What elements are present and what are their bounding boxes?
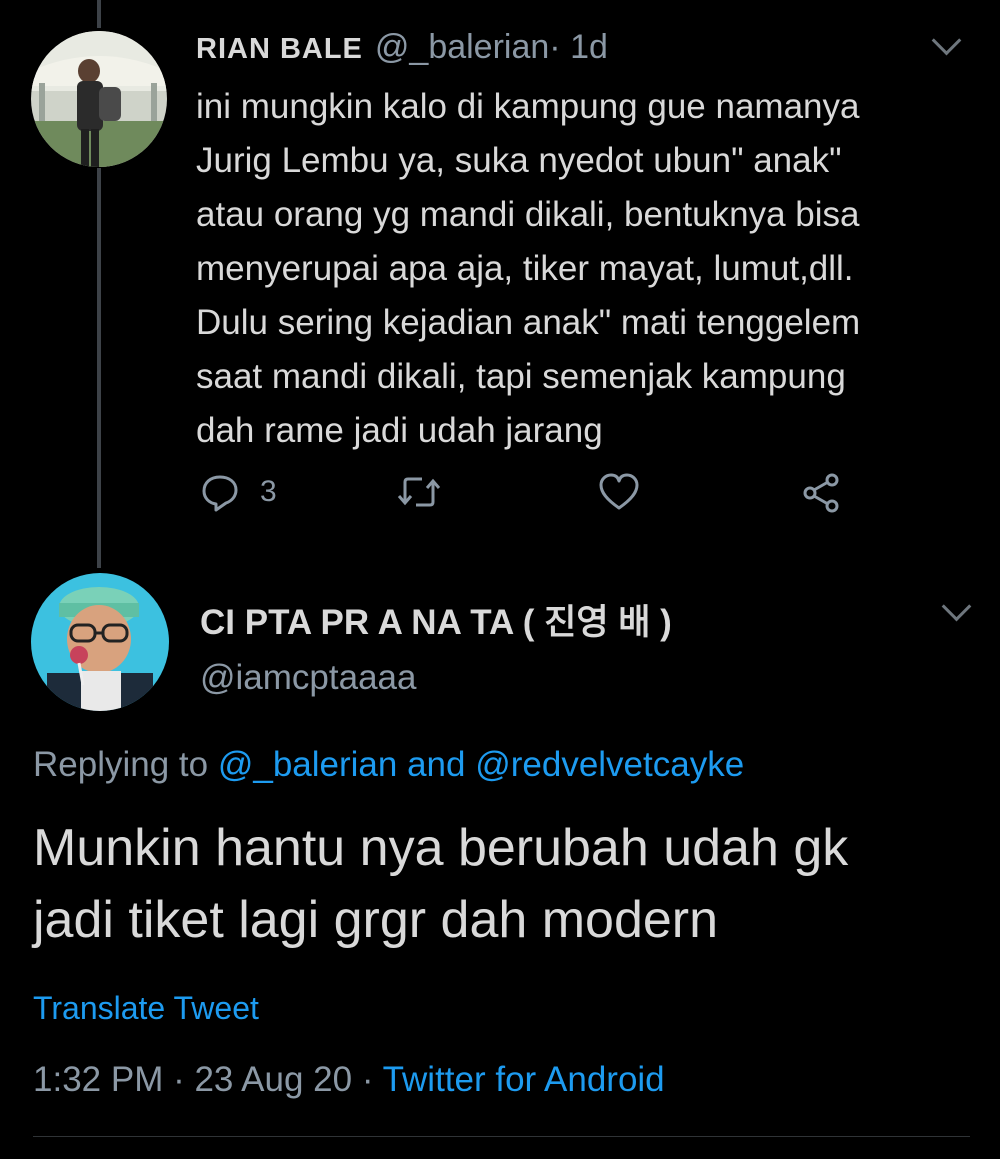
avatar-ciptapranata[interactable] xyxy=(31,573,169,711)
reply-button[interactable]: 3 xyxy=(200,472,277,512)
tweet-text-line: ini mungkin kalo di kampung gue namanya xyxy=(196,87,860,126)
tweet1-header: RIAN BALE @_balerian · 1d xyxy=(196,28,608,70)
chevron-down-icon[interactable] xyxy=(941,591,972,622)
tweet-text-line: menyerupai apa aja, tiker mayat, lumut,d… xyxy=(196,249,854,288)
tweet-timestamp[interactable]: 1:32 PM · 23 Aug 20 · xyxy=(33,1060,383,1099)
user-handle[interactable]: @iamcptaaaa xyxy=(200,658,416,698)
thread-line xyxy=(97,168,101,568)
tweet-time: · 1d xyxy=(549,28,608,66)
retweet-icon xyxy=(397,477,441,507)
share-icon xyxy=(803,473,839,513)
avatar-rian-bale[interactable] xyxy=(31,31,167,167)
tweet-text-line: Jurig Lembu ya, suka nyedot ubun" anak" xyxy=(196,141,842,180)
retweet-button[interactable] xyxy=(396,472,442,512)
tweet1-actions: 3 xyxy=(196,472,856,518)
tweet-text-line: Dulu sering kejadian anak" mati tenggele… xyxy=(196,303,861,342)
translate-tweet-link[interactable]: Translate Tweet xyxy=(33,990,259,1027)
tweet-source-link[interactable]: Twitter for Android xyxy=(383,1060,665,1099)
tweet-text-line: jadi tiket lagi grgr dah modern xyxy=(33,891,719,949)
thread-line xyxy=(97,0,101,28)
display-name[interactable]: CI PTA PR A NA TA ( 진영 배 ) xyxy=(200,594,672,645)
tweet-text-line: Munkin hantu nya berubah udah gk xyxy=(33,819,849,877)
tweet-meta: 1:32 PM · 23 Aug 20 · Twitter for Androi… xyxy=(33,1060,665,1100)
chevron-down-icon[interactable] xyxy=(931,25,962,56)
divider xyxy=(33,1136,970,1137)
tweet-text-line: atau orang yg mandi dikali, bentuknya bi… xyxy=(196,195,860,234)
tweet1-body: ini mungkin kalo di kampung gue namanya … xyxy=(196,80,986,458)
like-button[interactable] xyxy=(598,472,640,512)
tweet-text-line: dah rame jadi udah jarang xyxy=(196,411,603,450)
replying-to: Replying to @_balerian and @redvelvetcay… xyxy=(33,745,744,785)
avatar-photo xyxy=(31,31,167,167)
user-handle[interactable]: @_balerian xyxy=(375,28,549,67)
reply-icon xyxy=(202,475,238,512)
share-button[interactable] xyxy=(800,472,842,514)
reply-count: 3 xyxy=(260,475,277,508)
avatar-photo xyxy=(31,573,169,711)
replying-prefix: Replying to xyxy=(33,745,218,784)
heart-icon xyxy=(599,473,639,510)
display-name[interactable]: RIAN BALE xyxy=(196,33,363,66)
tweet2-body: Munkin hantu nya berubah udah gk jadi ti… xyxy=(33,812,983,956)
tweet-text-line: saat mandi dikali, tapi semenjak kampung xyxy=(196,357,846,396)
replying-users-link[interactable]: @_balerian and @redvelvetcayke xyxy=(218,745,744,784)
